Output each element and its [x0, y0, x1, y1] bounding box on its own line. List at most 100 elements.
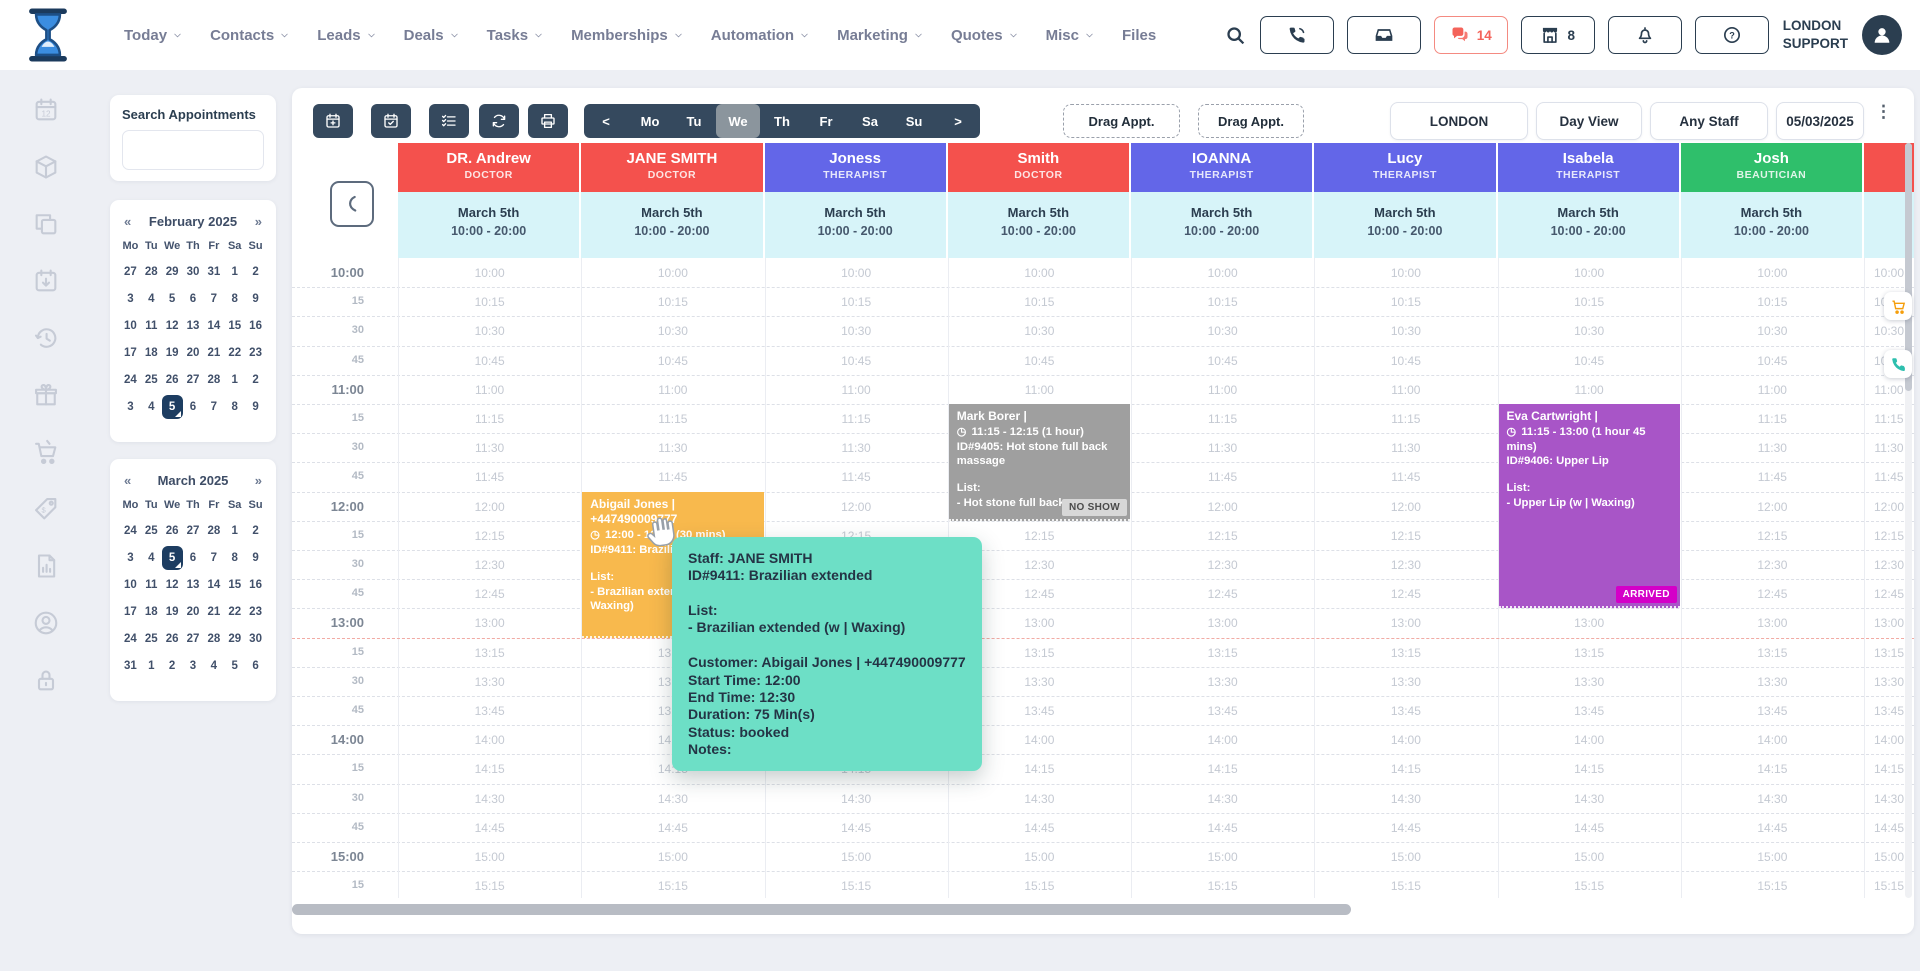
- slot-10:00[interactable]: 10:00: [765, 266, 948, 280]
- slot-11:15[interactable]: 11:15: [1314, 412, 1497, 426]
- calendar-day[interactable]: 7: [203, 546, 224, 570]
- nav-quotes[interactable]: Quotes: [951, 27, 1019, 44]
- day-tab-we[interactable]: We: [716, 104, 760, 138]
- rail-calendar-date[interactable]: 12: [32, 96, 60, 124]
- slot-13:45[interactable]: 13:45: [1498, 704, 1681, 718]
- calendar-day[interactable]: 4: [141, 287, 162, 311]
- slot-14:30[interactable]: 14:30: [765, 792, 948, 806]
- calendar-day[interactable]: 12: [162, 573, 183, 597]
- calendar-day[interactable]: 27: [120, 260, 141, 284]
- calendar-day[interactable]: 22: [224, 600, 245, 624]
- rail-report[interactable]: [32, 552, 60, 580]
- calendar-day[interactable]: 30: [183, 260, 204, 284]
- calendar-day[interactable]: 22: [224, 341, 245, 365]
- slot-12:30[interactable]: 12:30: [1131, 558, 1314, 572]
- slot-10:15[interactable]: 10:15: [948, 295, 1131, 309]
- slot-15:15[interactable]: 15:15: [765, 879, 948, 893]
- slot-14:00[interactable]: 14:00: [1314, 733, 1497, 747]
- calendar-prev[interactable]: «: [124, 473, 131, 488]
- slot-13:00[interactable]: 13:00: [1314, 616, 1497, 630]
- slot-10:30[interactable]: 10:30: [1498, 324, 1681, 338]
- staff-header-isabela[interactable]: IsabelaTHERAPIST: [1498, 143, 1681, 192]
- kebab-menu-icon[interactable]: ⋮: [1875, 108, 1891, 134]
- calendar-day[interactable]: 11: [141, 573, 162, 597]
- nav-deals[interactable]: Deals: [404, 27, 460, 44]
- calendar-day[interactable]: 6: [183, 287, 204, 311]
- rail-cart[interactable]: [32, 438, 60, 466]
- slot-15:15[interactable]: 15:15: [948, 879, 1131, 893]
- search-icon[interactable]: [1225, 25, 1246, 46]
- calendar-day[interactable]: 3: [120, 287, 141, 311]
- rail-lock[interactable]: [32, 666, 60, 694]
- slot-10:30[interactable]: 10:30: [948, 324, 1131, 338]
- rail-calendar-download[interactable]: [32, 267, 60, 295]
- slot-13:30[interactable]: 13:30: [1314, 675, 1497, 689]
- phone-fab[interactable]: [1884, 350, 1912, 378]
- slot-13:15[interactable]: 13:15: [1131, 646, 1314, 660]
- calendar-day[interactable]: 25: [141, 627, 162, 651]
- slot-13:15[interactable]: 13:15: [1681, 646, 1864, 660]
- calendar-check-button[interactable]: [371, 104, 411, 138]
- calendar-day[interactable]: 2: [245, 519, 266, 543]
- calendar-day[interactable]: 23: [245, 600, 266, 624]
- slot-14:30[interactable]: 14:30: [1681, 792, 1864, 806]
- slot-12:00[interactable]: 12:00: [398, 500, 581, 514]
- slot-10:45[interactable]: 10:45: [948, 354, 1131, 368]
- calendar-day[interactable]: 5: [162, 395, 183, 419]
- slot-14:00[interactable]: 14:00: [1498, 733, 1681, 747]
- calendar-day[interactable]: 28: [203, 368, 224, 392]
- slot-11:30[interactable]: 11:30: [1681, 441, 1864, 455]
- calendar-day[interactable]: 5: [162, 546, 183, 570]
- slot-15:15[interactable]: 15:15: [1681, 879, 1864, 893]
- nav-contacts[interactable]: Contacts: [210, 27, 290, 44]
- calendar-day[interactable]: 2: [245, 368, 266, 392]
- slot-14:30[interactable]: 14:30: [398, 792, 581, 806]
- slot-15:00[interactable]: 15:00: [1498, 850, 1681, 864]
- nav-tasks[interactable]: Tasks: [487, 27, 544, 44]
- slot-14:45[interactable]: 14:45: [1314, 821, 1497, 835]
- slot-13:15[interactable]: 13:15: [1498, 646, 1681, 660]
- calendar-day[interactable]: 11: [141, 314, 162, 338]
- slot-10:00[interactable]: 10:00: [948, 266, 1131, 280]
- slot-10:15[interactable]: 10:15: [1131, 295, 1314, 309]
- day-tab-mo[interactable]: Mo: [628, 104, 672, 138]
- calendar-day[interactable]: 14: [203, 573, 224, 597]
- calendar-day[interactable]: 12: [162, 314, 183, 338]
- slot-10:15[interactable]: 10:15: [1314, 295, 1497, 309]
- calendar-day[interactable]: 7: [203, 287, 224, 311]
- staff-header-jane-smith[interactable]: JANE SMITHDOCTOR: [581, 143, 764, 192]
- slot-11:15[interactable]: 11:15: [581, 412, 764, 426]
- slot-10:15[interactable]: 10:15: [581, 295, 764, 309]
- slot-10:30[interactable]: 10:30: [581, 324, 764, 338]
- slot-14:00[interactable]: 14:00: [398, 733, 581, 747]
- slot-13:45[interactable]: 13:45: [1131, 704, 1314, 718]
- calendar-day[interactable]: 28: [203, 627, 224, 651]
- slot-12:30[interactable]: 12:30: [398, 558, 581, 572]
- staff-header-dr-andrew[interactable]: DR. AndrewDOCTOR: [398, 143, 581, 192]
- slot-11:00[interactable]: 11:00: [1498, 383, 1681, 397]
- calendar-day[interactable]: 20: [183, 600, 204, 624]
- slot-10:45[interactable]: 10:45: [765, 354, 948, 368]
- slot-14:30[interactable]: 14:30: [1131, 792, 1314, 806]
- rail-price-tag[interactable]: $: [32, 495, 60, 523]
- avatar[interactable]: [1862, 15, 1902, 55]
- day-tab-fr[interactable]: Fr: [804, 104, 848, 138]
- day-tab-su[interactable]: Su: [892, 104, 936, 138]
- calendar-plus-button[interactable]: [313, 104, 353, 138]
- calendar-day[interactable]: 1: [224, 368, 245, 392]
- calendar-day[interactable]: 30: [245, 627, 266, 651]
- calendar-next[interactable]: »: [255, 214, 262, 229]
- slot-14:45[interactable]: 14:45: [1498, 821, 1681, 835]
- calendar-day[interactable]: 1: [141, 654, 162, 678]
- calendar-day[interactable]: 2: [245, 260, 266, 284]
- day-tab-th[interactable]: Th: [760, 104, 804, 138]
- slot-11:45[interactable]: 11:45: [1681, 470, 1864, 484]
- chat-button[interactable]: 14: [1434, 16, 1508, 54]
- rail-package[interactable]: [32, 153, 60, 181]
- calendar-day[interactable]: 18: [141, 341, 162, 365]
- store-button[interactable]: 8: [1521, 16, 1595, 54]
- calendar-day[interactable]: 27: [183, 368, 204, 392]
- calendar-day[interactable]: 5: [162, 287, 183, 311]
- slot-13:30[interactable]: 13:30: [1131, 675, 1314, 689]
- drag-appt-button-2[interactable]: Drag Appt.: [1198, 104, 1304, 138]
